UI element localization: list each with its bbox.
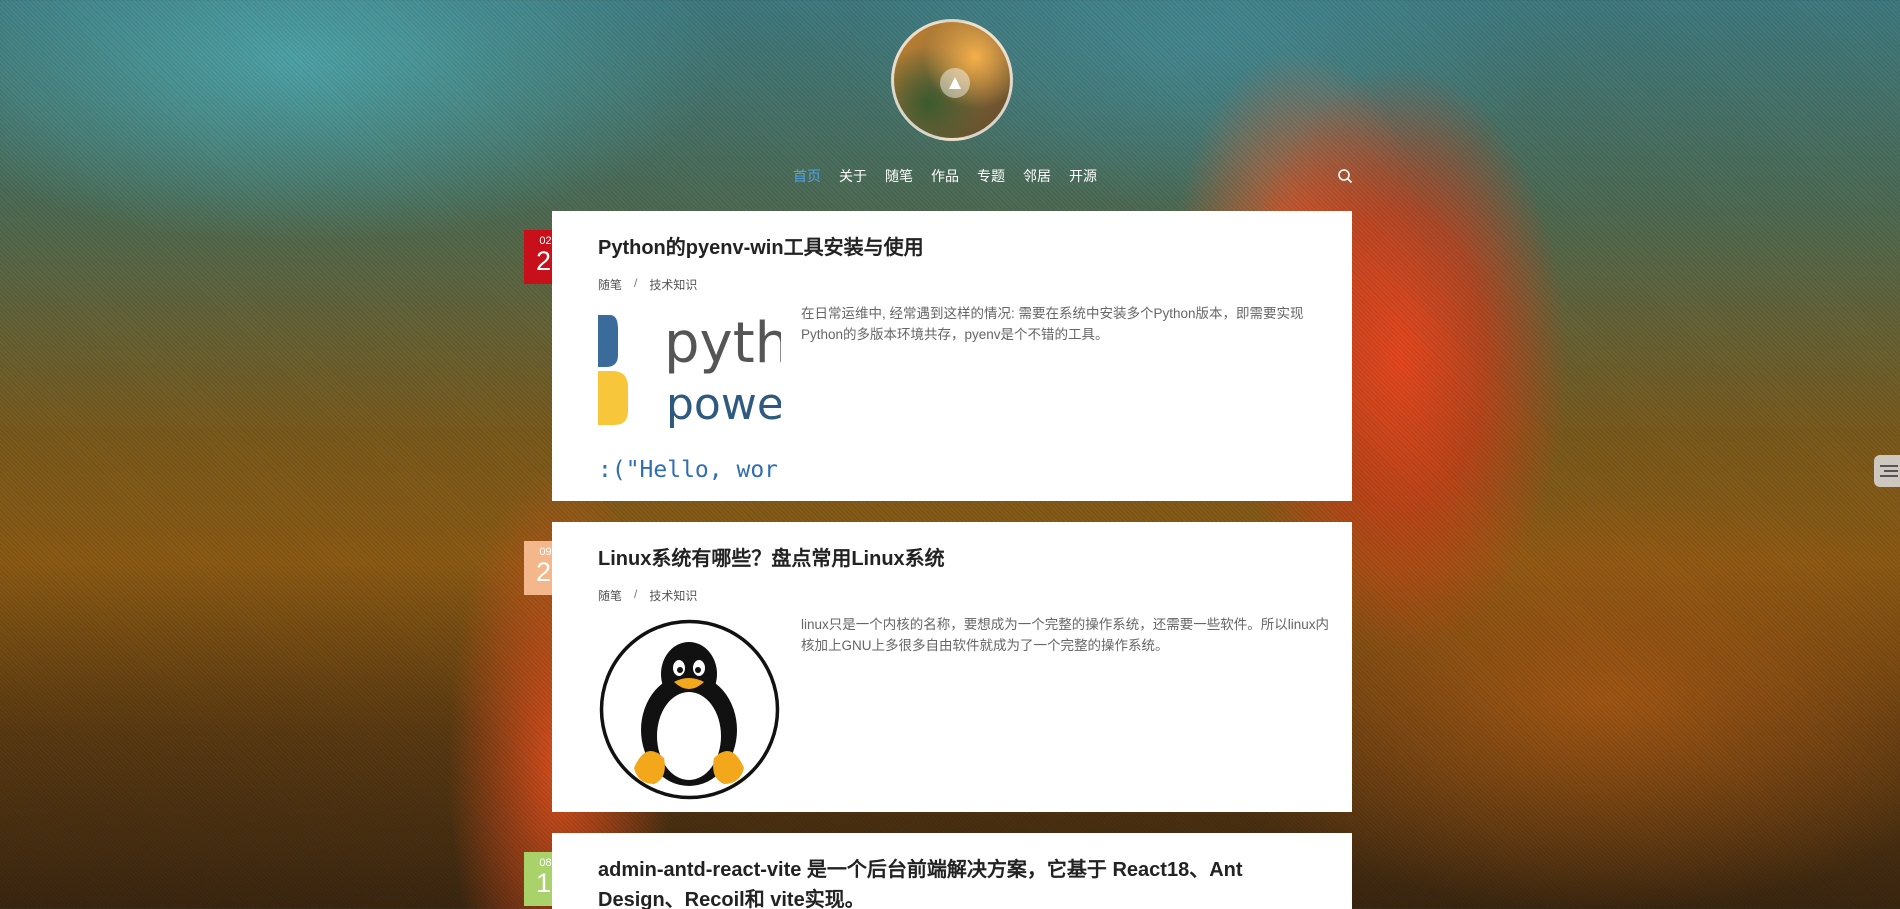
thumb-text-python: pyth (664, 311, 781, 376)
meta-separator: / (634, 276, 638, 290)
post-thumbnail[interactable]: pyth powe :("Hello, wor (598, 307, 781, 490)
meta-separator: / (634, 587, 638, 601)
nav-item-topics[interactable]: 专题 (977, 166, 1005, 186)
post-category[interactable]: 随笔 (598, 587, 622, 604)
post-thumbnail[interactable] (598, 618, 781, 801)
post-title[interactable]: admin-antd-react-vite 是一个后台前端解决方案，它基于 Re… (598, 855, 1333, 909)
nav-item-opensource[interactable]: 开源 (1069, 166, 1097, 186)
play-icon[interactable] (940, 68, 970, 98)
search-icon[interactable] (1337, 168, 1353, 184)
thumb-text-code: :("Hello, wor (598, 457, 779, 483)
post-tag[interactable]: 技术知识 (649, 276, 697, 293)
avatar[interactable] (891, 19, 1013, 141)
post-tag[interactable]: 技术知识 (649, 587, 697, 604)
thumb-text-powered: powe (666, 379, 781, 430)
nav-item-neighbors[interactable]: 邻居 (1023, 166, 1051, 186)
nav-item-about[interactable]: 关于 (839, 166, 867, 186)
post-category[interactable]: 随笔 (598, 276, 622, 293)
python-logo-icon (598, 315, 628, 425)
post-card: Python的pyenv-win工具安装与使用 随笔 / 技术知识 pyth p… (552, 211, 1352, 501)
post-title[interactable]: Linux系统有哪些？盘点常用Linux系统 (598, 544, 1333, 574)
nav-item-home[interactable]: 首页 (793, 166, 821, 186)
sidebar-toggle-button[interactable] (1874, 455, 1900, 487)
post-excerpt: linux只是一个内核的名称，要想成为一个完整的操作系统，还需要一些软件。所以l… (801, 617, 1330, 653)
tux-penguin-icon (599, 619, 780, 800)
post-meta: 随笔 / 技术知识 (598, 276, 697, 293)
post-title[interactable]: Python的pyenv-win工具安装与使用 (598, 233, 1333, 263)
menu-icon (1880, 465, 1898, 477)
nav-item-essays[interactable]: 随笔 (885, 166, 913, 186)
post-meta: 随笔 / 技术知识 (598, 587, 697, 604)
main-nav: 首页 关于 随笔 作品 专题 邻居 开源 (793, 166, 1097, 186)
nav-item-works[interactable]: 作品 (931, 166, 959, 186)
post-excerpt: 在日常运维中, 经常遇到这样的情况: 需要在系统中安装多个Python版本，即需… (801, 306, 1304, 342)
post-card: Linux系统有哪些？盘点常用Linux系统 随笔 / 技术知识 linux只是… (552, 522, 1352, 812)
post-card: admin-antd-react-vite 是一个后台前端解决方案，它基于 Re… (552, 833, 1352, 909)
